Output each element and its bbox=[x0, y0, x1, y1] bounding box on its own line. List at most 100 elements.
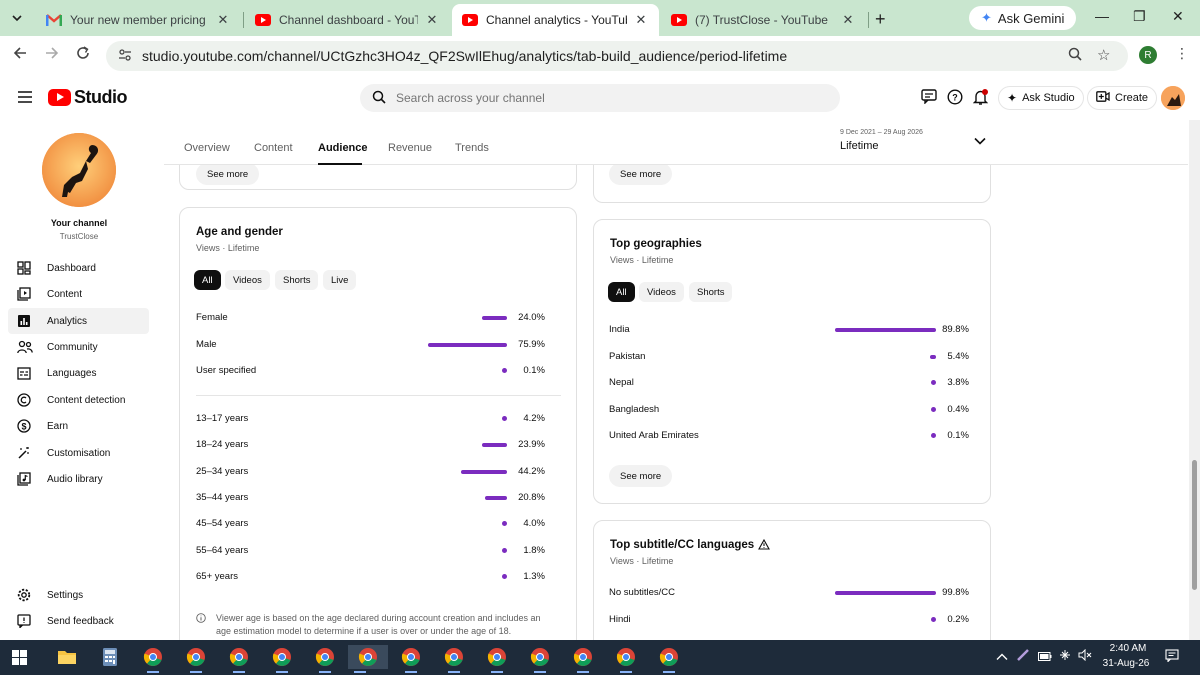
zoom-icon[interactable] bbox=[1068, 47, 1082, 65]
create-button[interactable]: Create bbox=[1087, 86, 1158, 110]
tab-overview[interactable]: Overview bbox=[184, 142, 230, 154]
chrome-icon bbox=[315, 648, 334, 666]
show-hidden-icons-chevron-icon[interactable] bbox=[996, 650, 1008, 664]
info-icon[interactable] bbox=[196, 613, 206, 625]
your-channel-label: Your channel bbox=[50, 218, 108, 228]
close-tab-icon[interactable]: ✕ bbox=[215, 12, 231, 28]
chrome-icon bbox=[530, 648, 549, 666]
close-window-icon[interactable]: ✕ bbox=[1172, 8, 1184, 25]
taskbar-clock-date[interactable]: 31-Aug-26 bbox=[1096, 658, 1156, 669]
browser-tab-trustclose[interactable]: (7) TrustClose - YouTube ✕ bbox=[661, 4, 866, 36]
windows-start-icon[interactable] bbox=[12, 650, 27, 665]
row-percentage: 75.9% bbox=[518, 338, 545, 350]
sidebar-item-languages[interactable]: Languages bbox=[8, 360, 149, 386]
sidebar-item-customisation[interactable]: Customisation bbox=[8, 440, 149, 466]
browser-menu-icon[interactable]: ⋮ bbox=[1175, 45, 1189, 62]
channel-search[interactable] bbox=[360, 84, 840, 112]
forward-arrow-icon[interactable] bbox=[45, 46, 59, 65]
filter-chip-live[interactable]: Live bbox=[323, 270, 357, 290]
see-more-button[interactable]: See more bbox=[609, 163, 673, 185]
sidebar-item-analytics[interactable]: Analytics bbox=[8, 308, 149, 334]
close-tab-icon[interactable]: ✕ bbox=[633, 12, 649, 28]
taskbar-chrome-icon[interactable] bbox=[442, 645, 466, 673]
sidebar-item-dashboard[interactable]: Dashboard bbox=[8, 255, 149, 281]
close-tab-icon[interactable]: ✕ bbox=[424, 12, 440, 28]
period-date-range[interactable]: 9 Dec 2021 – 29 Aug 2026 bbox=[840, 129, 923, 136]
address-bar[interactable]: studio.youtube.com/channel/UCtGzhc3HO4z_… bbox=[106, 41, 1128, 71]
see-more-button[interactable]: See more bbox=[609, 465, 673, 487]
tab-revenue[interactable]: Revenue bbox=[388, 142, 432, 154]
taskbar-chrome-icon[interactable] bbox=[571, 645, 595, 673]
scrollbar-thumb[interactable] bbox=[1192, 460, 1197, 590]
taskbar-chrome-icon[interactable] bbox=[485, 645, 509, 673]
sidebar-item-content[interactable]: Content bbox=[8, 281, 149, 307]
ask-gemini-button[interactable]: ✦ Ask Gemini bbox=[969, 6, 1077, 30]
tab-trends[interactable]: Trends bbox=[455, 142, 489, 154]
filter-chip-all[interactable]: All bbox=[608, 282, 635, 302]
browser-tab-gmail[interactable]: Your new member pricing is no ✕ bbox=[36, 4, 241, 36]
sidebar-item-earn[interactable]: $ Earn bbox=[8, 413, 149, 439]
restore-icon[interactable]: ❐ bbox=[1133, 8, 1146, 25]
sidebar-item-content-detection[interactable]: Content detection bbox=[8, 387, 149, 413]
row-percentage: 5.4% bbox=[947, 350, 969, 362]
row-label: 45–54 years bbox=[196, 518, 249, 530]
close-tab-icon[interactable]: ✕ bbox=[840, 12, 856, 28]
new-tab-button[interactable]: + bbox=[875, 9, 886, 30]
browser-profile-avatar[interactable]: R bbox=[1139, 46, 1157, 64]
taskbar-chrome-icon[interactable] bbox=[399, 645, 423, 673]
taskbar-calculator-icon[interactable] bbox=[98, 645, 122, 669]
sidebar-item-settings[interactable]: Settings bbox=[8, 582, 149, 608]
taskbar-chrome-icon[interactable] bbox=[270, 645, 294, 673]
chevron-down-icon[interactable] bbox=[974, 134, 986, 148]
sidebar-item-community[interactable]: Community bbox=[8, 334, 149, 360]
back-arrow-icon[interactable] bbox=[13, 46, 27, 65]
period-selector[interactable]: Lifetime bbox=[840, 140, 879, 152]
ask-studio-button[interactable]: ✦ Ask Studio bbox=[998, 86, 1084, 110]
studio-logo[interactable]: Studio bbox=[48, 87, 128, 108]
pen-icon[interactable] bbox=[1016, 648, 1030, 665]
comments-icon[interactable] bbox=[921, 89, 937, 108]
tab-content[interactable]: Content bbox=[254, 142, 293, 154]
row-percentage: 3.8% bbox=[947, 377, 969, 388]
filter-chip-videos[interactable]: Videos bbox=[639, 282, 684, 302]
chrome-icon bbox=[659, 648, 678, 666]
browser-tab-channel-dashboard[interactable]: Channel dashboard - YouTube ✕ bbox=[245, 4, 450, 36]
card-title: Age and gender bbox=[196, 226, 283, 238]
account-avatar[interactable] bbox=[1161, 86, 1185, 110]
sidebar-item-audio-library[interactable]: Audio library bbox=[8, 466, 149, 492]
minimize-icon[interactable]: — bbox=[1095, 8, 1109, 24]
filter-chip-shorts[interactable]: Shorts bbox=[275, 270, 319, 290]
browser-tab-channel-analytics[interactable]: Channel analytics - YouTube St ✕ bbox=[452, 4, 659, 36]
taskbar-chrome-icon[interactable] bbox=[348, 645, 388, 673]
battery-icon[interactable] bbox=[1038, 650, 1052, 664]
taskbar-chrome-icon[interactable] bbox=[227, 645, 251, 673]
taskbar-clock-time[interactable]: 2:40 AM bbox=[1100, 643, 1156, 654]
taskbar-chrome-icon[interactable] bbox=[528, 645, 552, 673]
section-divider bbox=[196, 395, 561, 396]
filter-chip-shorts[interactable]: Shorts bbox=[689, 282, 733, 302]
site-settings-icon[interactable] bbox=[118, 48, 132, 64]
search-input[interactable] bbox=[396, 91, 816, 105]
taskbar-chrome-icon[interactable] bbox=[313, 645, 337, 673]
help-icon[interactable]: ? bbox=[947, 89, 963, 109]
channel-avatar[interactable] bbox=[42, 133, 116, 207]
taskbar-chrome-icon[interactable] bbox=[614, 645, 638, 673]
network-icon[interactable] bbox=[1058, 648, 1072, 665]
warning-icon[interactable] bbox=[758, 538, 770, 553]
sidebar-item-send-feedback[interactable]: Send feedback bbox=[8, 608, 149, 634]
see-more-button[interactable]: See more bbox=[196, 163, 260, 185]
tab-search-chevron-icon[interactable] bbox=[0, 0, 34, 36]
reload-icon[interactable] bbox=[76, 46, 90, 65]
taskbar-chrome-icon[interactable] bbox=[184, 645, 208, 673]
taskbar-chrome-icon[interactable] bbox=[657, 645, 681, 673]
hamburger-menu-icon[interactable] bbox=[18, 90, 32, 108]
percentage-bar bbox=[835, 328, 936, 332]
tab-audience[interactable]: Audience bbox=[318, 142, 368, 154]
notifications-center-icon[interactable] bbox=[1165, 649, 1179, 665]
volume-muted-icon[interactable] bbox=[1078, 648, 1092, 664]
filter-chip-videos[interactable]: Videos bbox=[225, 270, 270, 290]
bookmark-star-icon[interactable]: ☆ bbox=[1097, 46, 1110, 64]
filter-chip-all[interactable]: All bbox=[194, 270, 221, 290]
taskbar-chrome-icon[interactable] bbox=[141, 645, 165, 673]
taskbar-file-explorer-icon[interactable] bbox=[55, 645, 79, 669]
